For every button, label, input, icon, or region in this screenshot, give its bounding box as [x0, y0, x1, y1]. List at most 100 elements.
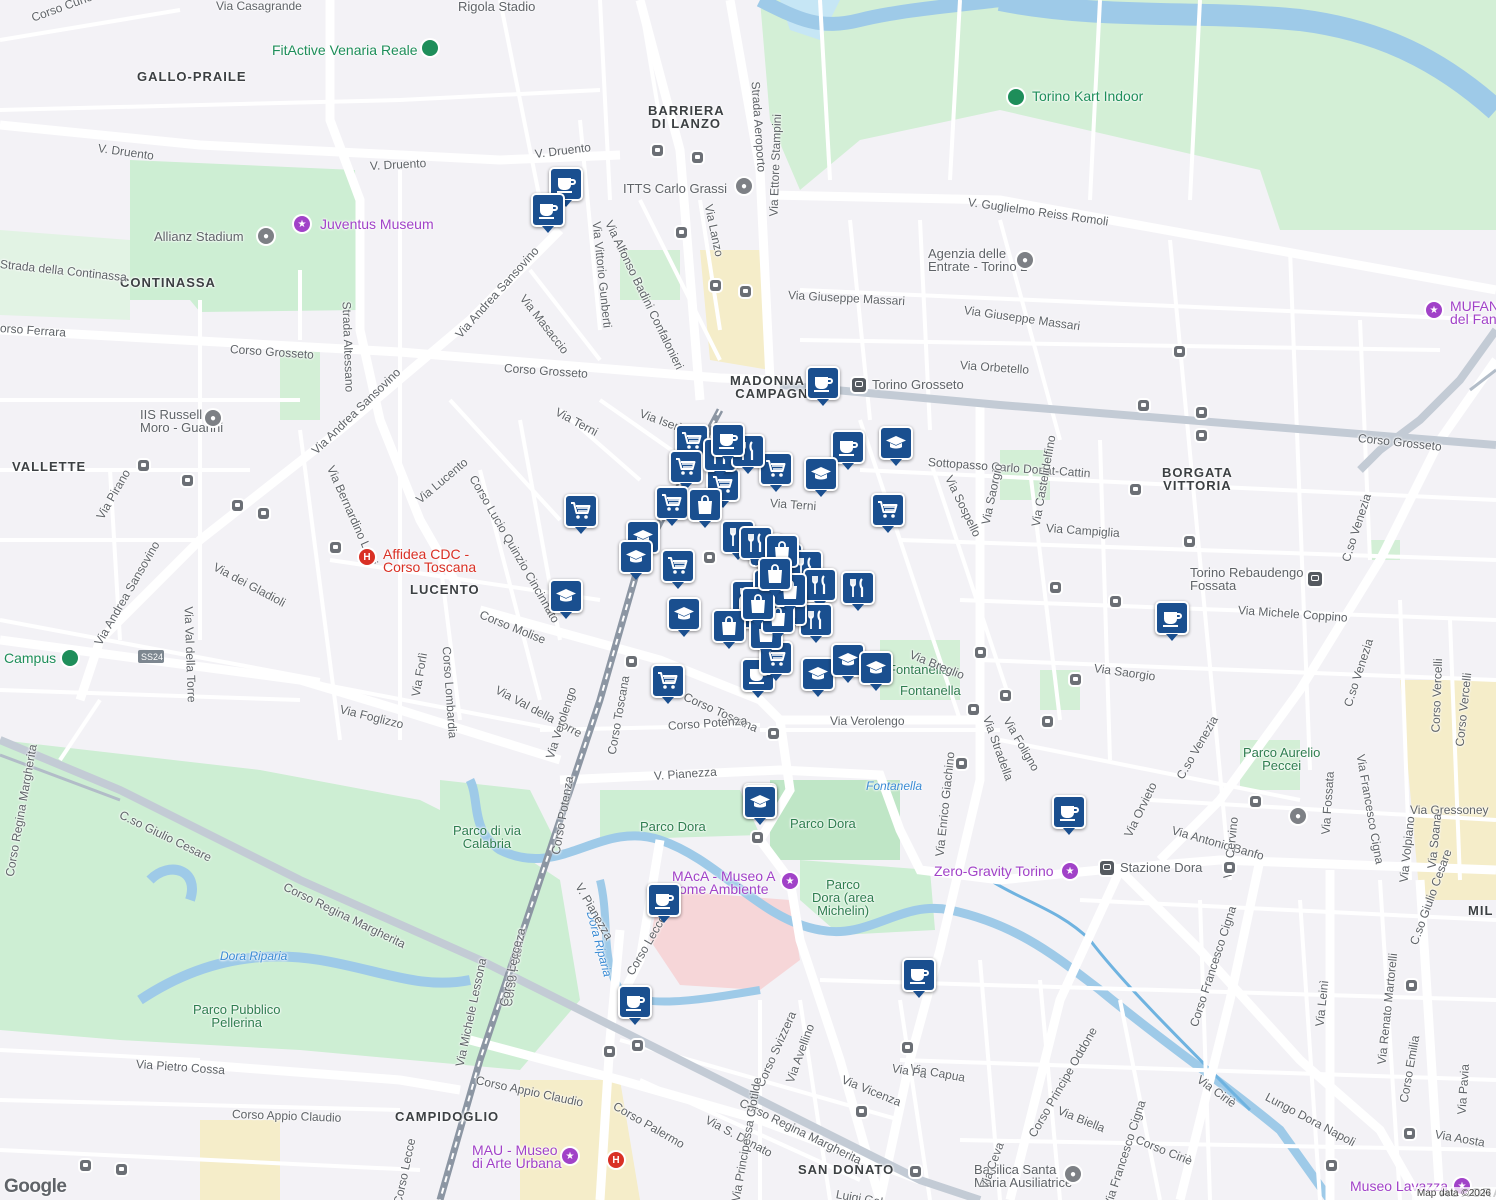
poi-label: Juventus Museum: [320, 216, 434, 232]
bus-stop-icon[interactable]: [1130, 484, 1141, 495]
map-attribution[interactable]: Map data ©2026: [1411, 1187, 1496, 1200]
bus-stop-icon[interactable]: [330, 542, 341, 553]
bus-stop-icon[interactable]: [1184, 536, 1195, 547]
marker-cafe[interactable]: [618, 985, 652, 1025]
marker-grocery[interactable]: [651, 664, 685, 704]
marker-school[interactable]: [743, 785, 777, 825]
bus-stop-icon[interactable]: [704, 552, 715, 563]
bus-stop-icon[interactable]: [1000, 690, 1011, 701]
marker-school[interactable]: [619, 540, 653, 580]
marker-school[interactable]: [879, 426, 913, 466]
marker-shopping[interactable]: [758, 557, 792, 597]
landmark-icon[interactable]: ●: [1065, 1166, 1081, 1182]
bus-stop-icon[interactable]: [258, 508, 269, 519]
pin-icon[interactable]: [1008, 89, 1024, 105]
museum-icon[interactable]: ★: [1426, 302, 1442, 318]
museum-icon[interactable]: ★: [294, 216, 310, 232]
marker-grocery[interactable]: [655, 486, 689, 526]
street-label: Via Gressoney: [1410, 803, 1489, 817]
google-logo: Google: [4, 1176, 67, 1197]
landmark-icon[interactable]: ●: [1017, 252, 1033, 268]
coffee-cup-icon: [907, 963, 931, 987]
train-station-icon[interactable]: [1100, 861, 1114, 875]
museum-icon[interactable]: ★: [1062, 863, 1078, 879]
hospital-icon[interactable]: H: [359, 549, 375, 565]
landmark-icon[interactable]: ●: [1290, 808, 1306, 824]
poi-label: ITTS Carlo Grassi: [623, 181, 728, 196]
bus-stop-icon[interactable]: [1110, 596, 1121, 607]
marker-school[interactable]: [801, 657, 835, 697]
map-canvas[interactable]: GALLO-PRAILE BARRIERA DI LANZO CONTINASSA MA…: [0, 0, 1496, 1200]
landmark-icon[interactable]: ●: [258, 228, 274, 244]
coffee-cup-icon: [811, 371, 835, 395]
bus-stop-icon[interactable]: [232, 500, 243, 511]
bus-stop-icon[interactable]: [856, 1106, 867, 1117]
marker-shopping[interactable]: [688, 488, 722, 528]
bus-stop-icon[interactable]: [604, 1046, 615, 1057]
pin-icon[interactable]: [62, 650, 78, 666]
shopping-cart-icon: [674, 455, 698, 479]
marker-grocery[interactable]: [661, 549, 695, 589]
train-station-icon[interactable]: [852, 378, 866, 392]
bus-stop-icon[interactable]: [632, 1040, 643, 1051]
hospital-icon[interactable]: H: [608, 1152, 624, 1168]
bus-stop-icon[interactable]: [1250, 796, 1261, 807]
landmark-icon[interactable]: ●: [736, 178, 752, 194]
marker-school[interactable]: [804, 457, 838, 497]
marker-school[interactable]: [859, 651, 893, 691]
bus-stop-icon[interactable]: [692, 152, 703, 163]
marker-grocery[interactable]: [564, 494, 598, 534]
marker-school[interactable]: [667, 597, 701, 637]
poi-label: MAU - Museo di Arte Urbana: [472, 1142, 562, 1171]
water-label: Dora Riparia: [220, 949, 288, 963]
bus-stop-icon[interactable]: [910, 1166, 921, 1177]
bus-stop-icon[interactable]: [740, 286, 751, 297]
marker-school[interactable]: [549, 579, 583, 619]
bus-stop-icon[interactable]: [768, 728, 779, 739]
poi-label: MUFAN del Fan: [1450, 298, 1496, 327]
bus-stop-icon[interactable]: [182, 475, 193, 486]
bus-stop-icon[interactable]: [902, 1042, 913, 1053]
museum-icon[interactable]: ★: [782, 873, 798, 889]
bus-stop-icon[interactable]: [710, 280, 721, 291]
marker-cafe[interactable]: [806, 366, 840, 406]
coffee-cup-icon: [652, 888, 676, 912]
fork-knife-icon: [804, 608, 828, 632]
marker-cafe[interactable]: [1155, 601, 1189, 641]
marker-restaurant[interactable]: [803, 568, 837, 608]
bus-stop-icon[interactable]: [1138, 400, 1149, 411]
bus-stop-icon[interactable]: [752, 832, 763, 843]
bus-stop-icon[interactable]: [1404, 1128, 1415, 1139]
marker-grocery[interactable]: [669, 450, 703, 490]
bus-stop-icon[interactable]: [1196, 430, 1207, 441]
bus-stop-icon[interactable]: [1406, 980, 1417, 991]
bus-stop-icon[interactable]: [1070, 674, 1081, 685]
bus-stop-icon[interactable]: [1042, 716, 1053, 727]
marker-restaurant[interactable]: [841, 571, 875, 611]
landmark-icon[interactable]: ●: [205, 410, 221, 426]
marker-cafe[interactable]: [1052, 795, 1086, 835]
bus-stop-icon[interactable]: [1050, 582, 1061, 593]
bus-stop-icon[interactable]: [1174, 346, 1185, 357]
bus-stop-icon[interactable]: [138, 460, 149, 471]
pin-icon[interactable]: [422, 40, 438, 56]
bus-stop-icon[interactable]: [626, 656, 637, 667]
marker-grocery[interactable]: [871, 493, 905, 533]
bus-stop-icon[interactable]: [956, 758, 967, 769]
bus-stop-icon[interactable]: [975, 647, 986, 658]
marker-cafe[interactable]: [531, 193, 565, 233]
bus-stop-icon[interactable]: [80, 1160, 91, 1171]
marker-cafe[interactable]: [711, 423, 745, 463]
bus-stop-icon[interactable]: [1196, 407, 1207, 418]
bus-stop-icon[interactable]: [652, 145, 663, 156]
bus-stop-icon[interactable]: [1224, 862, 1235, 873]
museum-icon[interactable]: ★: [562, 1148, 578, 1164]
district-label: CONTINASSA: [120, 275, 216, 290]
bus-stop-icon[interactable]: [968, 704, 979, 715]
bus-stop-icon[interactable]: [116, 1164, 127, 1175]
train-station-icon[interactable]: [1308, 572, 1322, 586]
bus-stop-icon[interactable]: [1326, 1160, 1337, 1171]
bus-stop-icon[interactable]: [676, 227, 687, 238]
marker-cafe[interactable]: [902, 958, 936, 998]
marker-cafe[interactable]: [647, 883, 681, 923]
